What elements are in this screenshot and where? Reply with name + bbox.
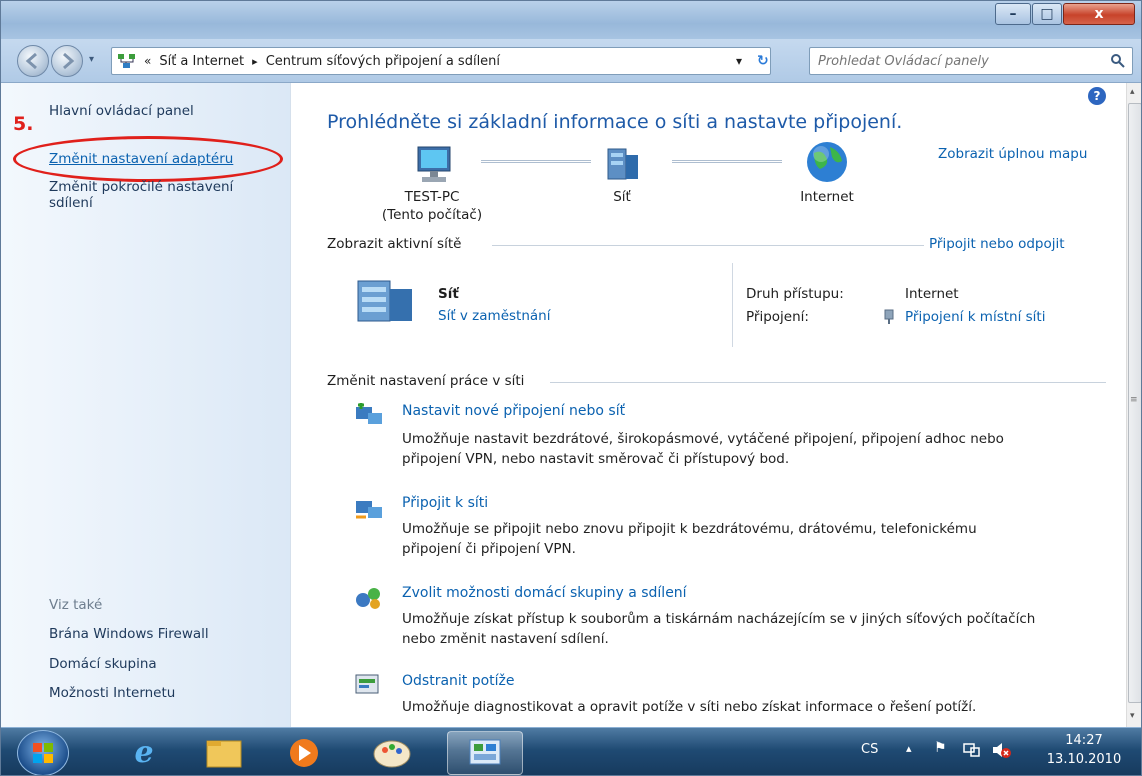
show-hidden-icons-icon[interactable]: ▴ [906, 742, 912, 755]
control-panel-icon [469, 739, 501, 765]
connect-network-icon [356, 501, 382, 519]
sidebar: Hlavní ovládací panel 5. Změnit nastaven… [1, 83, 291, 727]
action-center-flag-icon[interactable]: ⚑ [934, 740, 947, 756]
task-description: Umožňuje diagnostikovat a opravit potíže… [402, 699, 977, 715]
task-new-connection-link[interactable]: Nastavit nové připojení nebo síť [402, 403, 625, 419]
control-panel-taskbar-button[interactable] [447, 731, 523, 775]
media-player-icon [290, 739, 318, 767]
paint-taskbar-button[interactable] [361, 731, 423, 775]
internet-label: Internet [800, 189, 854, 205]
internet-explorer-taskbar-button[interactable]: e [113, 731, 175, 775]
computer-name: TEST-PC [404, 189, 460, 205]
task-description: připojení VPN, nebo nastavit směrovač či… [402, 451, 790, 467]
computer-icon[interactable] [410, 143, 458, 187]
breadcrumb-network-center[interactable]: Centrum síťových připojení a sdílení [266, 54, 500, 69]
forward-button[interactable] [51, 45, 83, 77]
address-bar[interactable]: « Síť a Internet ▸ Centrum síťových přip… [111, 47, 771, 75]
see-also-heading: Viz také [49, 597, 103, 613]
troubleshoot-icon [355, 674, 379, 694]
sidebar-item-change-adapter[interactable]: Změnit nastavení adaptéru [49, 151, 233, 167]
full-map-link[interactable]: Zobrazit úplnou mapu [938, 146, 1087, 162]
scroll-up-icon[interactable]: ▴ [1130, 87, 1135, 97]
map-connector [481, 160, 591, 163]
network-icon[interactable] [602, 143, 646, 187]
sidebar-item-home[interactable]: Hlavní ovládací panel [49, 103, 194, 119]
search-icon[interactable] [1110, 53, 1126, 69]
task-homegroup-link[interactable]: Zvolit možnosti domácí skupiny a sdílení [402, 585, 687, 601]
explorer-taskbar-button[interactable] [193, 731, 255, 775]
title-bar: – □ x [1, 1, 1141, 39]
page-title: Prohlédněte si základní informace o síti… [327, 111, 903, 133]
change-settings-heading: Změnit nastavení práce v síti [327, 373, 525, 389]
task-description: Umožňuje se připojit nebo znovu připojit… [402, 521, 977, 537]
language-indicator[interactable]: CS [861, 742, 878, 757]
close-button[interactable]: x [1063, 3, 1135, 25]
clock-date[interactable]: 13.10.2010 [1041, 752, 1127, 767]
search-box [809, 47, 1133, 75]
main-content: ? Prohlédněte si základní informace o sí… [292, 83, 1126, 727]
connect-disconnect-link[interactable]: Připojit nebo odpojit [929, 236, 1065, 252]
minimize-button[interactable]: – [995, 3, 1031, 25]
network-tray-icon[interactable] [963, 742, 981, 758]
sidebar-item-firewall[interactable]: Brána Windows Firewall [49, 626, 209, 642]
step-marker: 5. [13, 113, 34, 135]
new-connection-icon [356, 403, 382, 424]
sidebar-item-label: Změnit pokročilé nastavení [49, 179, 234, 195]
back-button[interactable] [17, 45, 49, 77]
task-troubleshoot-link[interactable]: Odstranit potíže [402, 673, 515, 689]
address-overflow-chevron[interactable]: « [144, 54, 151, 68]
sidebar-item-internet-options[interactable]: Možnosti Internetu [49, 685, 175, 701]
history-dropdown-icon[interactable]: ▾ [89, 54, 94, 65]
connections-link[interactable]: Připojení k místní síti [905, 309, 1045, 325]
search-input[interactable] [818, 49, 1108, 73]
control-panel-window: – □ x ▾ « Síť a Internet ▸ Centrum síťov… [0, 0, 1142, 776]
help-icon[interactable]: ? [1088, 87, 1106, 105]
breadcrumb-separator[interactable]: ▸ [252, 55, 258, 68]
start-button[interactable] [17, 730, 69, 775]
folder-icon [206, 740, 242, 768]
vertical-scrollbar[interactable]: ▴ ≡ ▾ [1126, 83, 1141, 727]
forward-arrow-icon [63, 52, 75, 70]
divider [732, 263, 733, 347]
address-dropdown-icon[interactable]: ▾ [736, 54, 742, 68]
connections-label: Připojení: [746, 309, 809, 325]
task-description: Umožňuje získat přístup k souborům a tis… [402, 611, 1036, 627]
active-network-icon[interactable] [354, 275, 424, 325]
access-type-value: Internet [905, 286, 959, 302]
scroll-down-icon[interactable]: ▾ [1130, 711, 1135, 721]
active-networks-heading: Zobrazit aktivní sítě [327, 236, 462, 252]
sidebar-item-label: sdílení [49, 195, 93, 211]
sidebar-item-homegroup[interactable]: Domácí skupina [49, 656, 157, 672]
map-connector [672, 160, 782, 163]
network-name: Síť [438, 286, 459, 302]
divider [492, 245, 924, 246]
divider [550, 382, 1106, 383]
media-player-taskbar-button[interactable] [273, 731, 335, 775]
ethernet-icon [884, 309, 894, 324]
task-description: Umožňuje nastavit bezdrátové, širokopásm… [402, 431, 1004, 447]
internet-explorer-icon: e [134, 735, 154, 770]
breadcrumb-network-internet[interactable]: Síť a Internet [159, 54, 244, 69]
taskbar: e CS ▴ ⚑ 14:27 13.10.2010 [1, 727, 1141, 775]
computer-subtitle: (Tento počítač) [381, 207, 483, 223]
task-description: nebo změnit nastavení sdílení. [402, 631, 609, 647]
sidebar-item-advanced-sharing[interactable]: Změnit pokročilé nastavení sdílení [49, 179, 233, 211]
windows-logo-icon [33, 743, 53, 763]
refresh-icon[interactable]: ↻ [757, 53, 769, 69]
task-connect-network-link[interactable]: Připojit k síti [402, 495, 488, 511]
maximize-button[interactable]: □ [1032, 3, 1062, 25]
access-type-label: Druh přístupu: [746, 286, 844, 302]
homegroup-icon [356, 588, 380, 609]
clock-time[interactable]: 14:27 [1041, 733, 1127, 748]
paint-palette-icon [373, 740, 411, 768]
task-description: připojení či připojení VPN. [402, 541, 576, 557]
internet-globe-icon[interactable] [804, 139, 850, 185]
navigation-bar: ▾ « Síť a Internet ▸ Centrum síťových př… [1, 39, 1141, 83]
network-type-link[interactable]: Síť v zaměstnání [438, 308, 550, 324]
back-arrow-icon [25, 52, 37, 70]
volume-muted-icon[interactable] [991, 741, 1011, 759]
scroll-grip-icon: ≡ [1130, 395, 1138, 405]
network-center-icon [118, 54, 135, 68]
network-label: Síť [613, 189, 631, 205]
